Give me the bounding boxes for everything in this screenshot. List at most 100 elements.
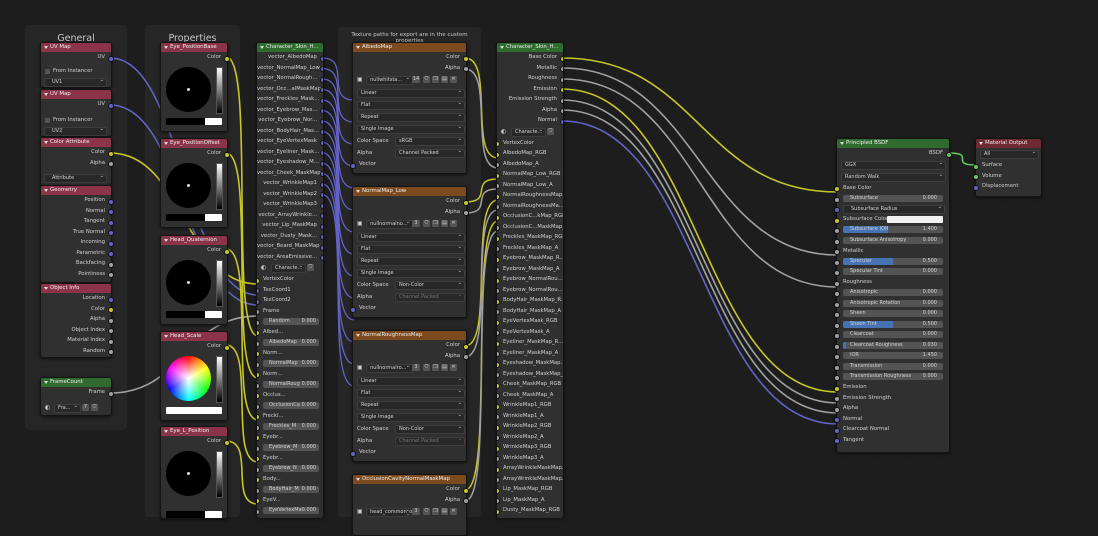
- displacement-socket[interactable]: [973, 184, 979, 191]
- node-group-icon[interactable]: ◐: [45, 404, 50, 411]
- close-icon[interactable]: ✕: [450, 364, 457, 371]
- vector-eyebrow-mas-socket[interactable]: [320, 108, 323, 114]
- value-field[interactable]: NormalRoug 0.000: [263, 380, 319, 388]
- framecount-header[interactable]: FrameCount: [41, 378, 111, 387]
- color-socket[interactable]: [224, 439, 230, 446]
- proj-dropdown[interactable]: Flat: [357, 244, 465, 254]
- from-instancer-checkbox[interactable]: [45, 69, 50, 74]
- input-socket[interactable]: [834, 238, 840, 245]
- proj-dropdown[interactable]: Flat: [357, 100, 465, 110]
- color-socket[interactable]: [108, 150, 114, 157]
- value-field[interactable]: OcclusionCa 0.000: [263, 401, 319, 409]
- subsurface-ior-slider[interactable]: Subsurface IOR 1.400: [843, 226, 943, 233]
- color-wheel-cursor[interactable]: [187, 88, 190, 91]
- ior-slider[interactable]: IOR 1.450: [843, 352, 943, 359]
- copy-icon[interactable]: ❐: [432, 76, 439, 83]
- property-node-header[interactable]: Head_Quaternion: [161, 236, 227, 245]
- color-space-dropdown[interactable]: Non-Color: [395, 424, 465, 434]
- input-socket[interactable]: [257, 330, 260, 336]
- emission-socket[interactable]: [834, 385, 840, 392]
- input-socket[interactable]: [834, 343, 840, 350]
- attribute-field[interactable]: Attribute: [44, 173, 107, 183]
- color-wheel[interactable]: [166, 451, 211, 496]
- color-socket[interactable]: [108, 307, 114, 313]
- geometry-header[interactable]: Geometry: [41, 186, 111, 195]
- alpha-mode-dropdown[interactable]: Channel Packed: [395, 148, 465, 158]
- input-socket[interactable]: [834, 364, 840, 371]
- color-space-dropdown[interactable]: Non-Color: [395, 280, 465, 290]
- interp-dropdown[interactable]: Linear: [357, 232, 465, 242]
- input-socket[interactable]: [257, 445, 260, 452]
- wrinklemap3-a-socket[interactable]: [497, 456, 500, 462]
- src-dropdown[interactable]: Single Image: [357, 124, 465, 134]
- texcoord2-socket[interactable]: [257, 298, 260, 305]
- eyeshadow-maskmap-socket[interactable]: [497, 361, 500, 368]
- property-node-eye-positionoffset[interactable]: Eye_PositionOffset Color: [160, 138, 230, 228]
- vector-eyebrow-nor-socket[interactable]: [320, 118, 323, 125]
- uv-socket[interactable]: [108, 55, 114, 62]
- color-swatch[interactable]: [166, 407, 222, 414]
- uv-map-node-1-header[interactable]: UV Map: [41, 43, 111, 52]
- color-wheel-cursor[interactable]: [187, 184, 190, 187]
- wrinklemap3-rgb-socket[interactable]: [497, 445, 500, 452]
- value-slider[interactable]: [216, 67, 223, 114]
- vector-normalrough-socket[interactable]: [320, 76, 323, 83]
- alpha-socket[interactable]: [560, 108, 563, 114]
- vector-wrinklemap2-socket[interactable]: [320, 192, 323, 198]
- shield-icon[interactable]: ⛉: [423, 76, 430, 83]
- subsurface-slider[interactable]: Subsurface 0.000: [843, 194, 943, 202]
- color-attribute-node[interactable]: Color Attribute Color Alpha Attribute: [40, 137, 114, 186]
- property-node-head-quaternion[interactable]: Head_Quaternion Color: [160, 235, 230, 325]
- base-color-socket[interactable]: [834, 186, 840, 192]
- node-group-icon[interactable]: ◐: [501, 128, 506, 135]
- input-socket[interactable]: [834, 207, 840, 213]
- input-socket[interactable]: [834, 270, 840, 276]
- eyebrow-normalrou-socket[interactable]: [497, 277, 500, 284]
- arraywrinklemaskmap-socket[interactable]: [497, 477, 500, 483]
- color-socket[interactable]: [224, 344, 230, 351]
- color-swatch[interactable]: [166, 118, 222, 125]
- image-texture-header[interactable]: NormalRoughnessMap: [353, 331, 466, 340]
- geometry-node[interactable]: Geometry Position Normal Tangent True Norma…: [40, 185, 114, 283]
- color-swatch[interactable]: [166, 311, 222, 318]
- object-info-header[interactable]: Object Info: [41, 284, 111, 293]
- color-wheel-cursor[interactable]: [187, 377, 190, 380]
- input-socket[interactable]: [834, 217, 840, 224]
- albedomap-a-socket[interactable]: [497, 162, 500, 168]
- image-datablock[interactable]: nullnormalro...: [366, 363, 413, 373]
- image-texture-albedomap[interactable]: AlbedoMap Color Alpha ▣ nullwhitsta... 14⛉❐▤✕…: [350, 42, 469, 174]
- emission-socket[interactable]: [560, 87, 563, 93]
- occlusionc-kmap-rgb-socket[interactable]: [497, 214, 500, 221]
- random-socket[interactable]: [108, 349, 114, 355]
- bsdf-socket[interactable]: [946, 151, 952, 158]
- proj-dropdown[interactable]: Flat: [357, 388, 465, 398]
- color-wheel-cursor[interactable]: [187, 472, 190, 475]
- bodyhair-maskmap-a-socket[interactable]: [497, 309, 500, 315]
- ext-dropdown[interactable]: Repeat: [357, 400, 465, 410]
- emission-strength-socket[interactable]: [834, 396, 840, 402]
- vector-cheek-maskmap-socket[interactable]: [320, 171, 323, 177]
- clearcoat-slider[interactable]: Clearcoat 0.000: [843, 331, 943, 338]
- wrinklemap1-a-socket[interactable]: [497, 414, 500, 420]
- albedomap-rgb-socket[interactable]: [497, 151, 500, 158]
- vector-albedomap-socket[interactable]: [320, 55, 323, 62]
- vector-occ-almaskmap-socket[interactable]: [320, 87, 323, 93]
- vector-eyeliner-mask-socket[interactable]: [320, 150, 323, 156]
- value-field[interactable]: NormalMap 0.000: [263, 359, 319, 367]
- freckles-maskmap-a-socket[interactable]: [497, 246, 500, 252]
- color-wheel-cursor[interactable]: [187, 281, 190, 284]
- normalroughnessmap-socket[interactable]: [497, 193, 500, 200]
- image-texture-normalroughnessmap[interactable]: NormalRoughnessMap Color Alpha ▣ nullnormalr…: [350, 330, 469, 462]
- fake-user-icon[interactable]: ⛉: [91, 404, 98, 411]
- bodyhair-maskmap-r-socket[interactable]: [497, 298, 500, 305]
- lip-maskmap-a-socket[interactable]: [497, 498, 500, 504]
- input-socket[interactable]: [834, 259, 840, 266]
- vector-eyeshadow-m-socket[interactable]: [320, 160, 323, 167]
- normalroughnessma-socket[interactable]: [497, 204, 500, 210]
- vector-socket[interactable]: [350, 450, 356, 457]
- cheek-maskmap-a-socket[interactable]: [497, 393, 500, 399]
- input-socket[interactable]: [257, 487, 260, 494]
- group2-header[interactable]: Character_Skin_H...: [497, 43, 563, 52]
- interp-dropdown[interactable]: Linear: [357, 376, 465, 386]
- shield-icon[interactable]: ⛉: [423, 508, 430, 515]
